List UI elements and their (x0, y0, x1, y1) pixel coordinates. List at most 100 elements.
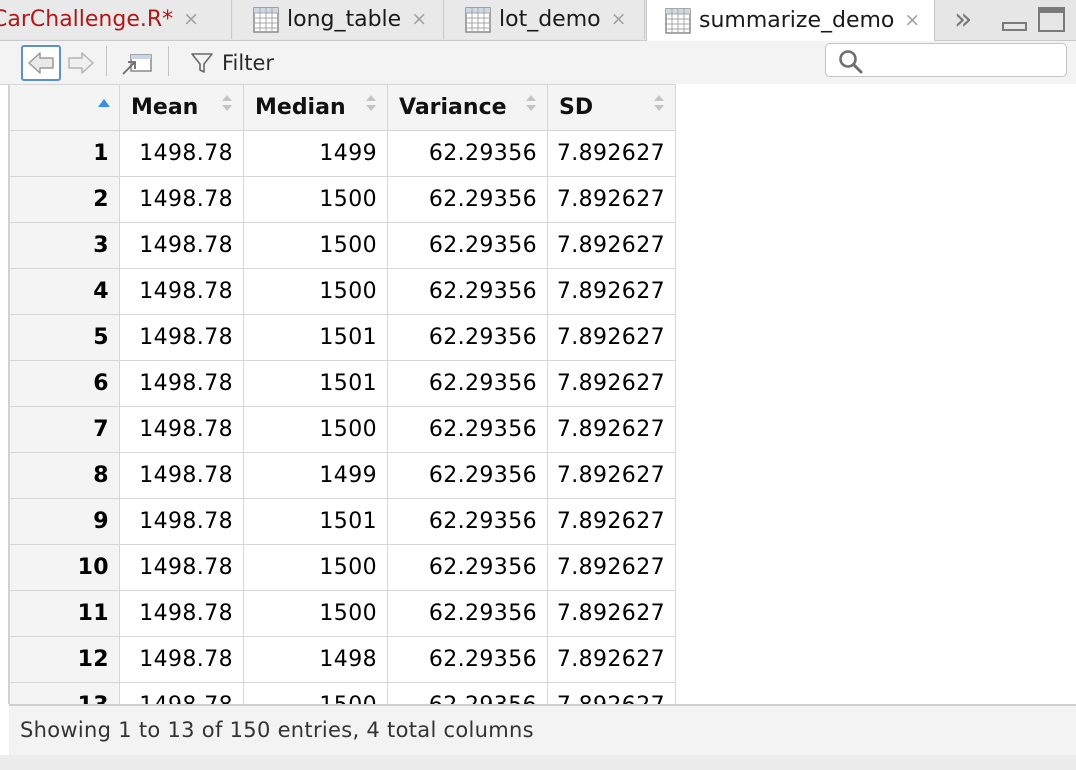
data-table-viewport[interactable]: Mean Median Variance SD 1 1498.78 1499 62.2… (9, 84, 1076, 704)
row-number-header[interactable] (9, 84, 120, 131)
maximize-pane-icon[interactable] (1038, 7, 1065, 32)
table-row[interactable]: 8 1498.78 1499 62.29356 7.892627 (9, 452, 676, 499)
cell-mean: 1498.78 (119, 636, 244, 683)
table-row[interactable]: 7 1498.78 1500 62.29356 7.892627 (9, 406, 676, 453)
cell-sd: 7.892627 (547, 360, 676, 407)
cell-median: 1500 (243, 176, 388, 223)
cell-mean: 1498.78 (119, 682, 244, 704)
cell-median: 1499 (243, 130, 388, 177)
row-number-cell: 7 (9, 406, 120, 453)
cell-median: 1500 (243, 268, 388, 315)
filter-label: Filter (222, 51, 275, 75)
cell-variance: 62.29356 (387, 176, 548, 223)
sort-toggle-icon (366, 95, 376, 111)
column-header-mean[interactable]: Mean (119, 84, 244, 131)
column-header-label: Variance (399, 95, 507, 120)
popout-window-icon[interactable] (119, 48, 155, 78)
sort-ascending-icon (98, 99, 110, 107)
tab-label: long_table (287, 7, 402, 32)
cell-mean: 1498.78 (119, 452, 244, 499)
cell-sd: 7.892627 (547, 222, 676, 269)
search-icon (839, 50, 863, 74)
cell-median: 1501 (243, 498, 388, 545)
close-icon[interactable]: × (183, 10, 199, 29)
arrow-right-icon[interactable] (65, 47, 99, 79)
filter-button[interactable]: Filter (190, 49, 274, 77)
search-field[interactable] (825, 43, 1067, 77)
arrow-left-icon (28, 52, 54, 74)
tab-label: CarChallenge.R* (0, 7, 174, 32)
cell-variance: 62.29356 (387, 130, 548, 177)
cell-sd: 7.892627 (547, 406, 676, 453)
table-row[interactable]: 11 1498.78 1500 62.29356 7.892627 (9, 590, 676, 637)
cell-median: 1498 (243, 636, 388, 683)
row-number-cell: 1 (9, 130, 120, 177)
sort-toggle-icon (222, 95, 232, 111)
editor-tab-bar: CarChallenge.R* × long_table × lot_demo … (0, 0, 1076, 41)
cell-variance: 62.29356 (387, 314, 548, 361)
cell-mean: 1498.78 (119, 590, 244, 637)
cell-median: 1500 (243, 590, 388, 637)
cell-sd: 7.892627 (547, 452, 676, 499)
cell-mean: 1498.78 (119, 406, 244, 453)
column-header-variance[interactable]: Variance (387, 84, 548, 131)
table-row[interactable]: 12 1498.78 1498 62.29356 7.892627 (9, 636, 676, 683)
table-row[interactable]: 2 1498.78 1500 62.29356 7.892627 (9, 176, 676, 223)
table-row[interactable]: 5 1498.78 1501 62.29356 7.892627 (9, 314, 676, 361)
entries-status-text: Showing 1 to 13 of 150 entries, 4 total … (20, 718, 534, 742)
cell-variance: 62.29356 (387, 406, 548, 453)
cell-median: 1501 (243, 314, 388, 361)
table-row[interactable]: 1 1498.78 1499 62.29356 7.892627 (9, 130, 676, 177)
cell-variance: 62.29356 (387, 452, 548, 499)
row-number-cell: 6 (9, 360, 120, 407)
cell-sd: 7.892627 (547, 268, 676, 315)
table-row[interactable]: 3 1498.78 1500 62.29356 7.892627 (9, 222, 676, 269)
cell-variance: 62.29356 (387, 636, 548, 683)
tab-label: lot_demo (499, 7, 601, 32)
cell-sd: 7.892627 (547, 682, 676, 704)
search-input[interactable] (868, 47, 1062, 75)
cell-mean: 1498.78 (119, 176, 244, 223)
minimize-pane-icon[interactable] (1002, 22, 1027, 31)
cell-mean: 1498.78 (119, 222, 244, 269)
cell-variance: 62.29356 (387, 498, 548, 545)
cell-variance: 62.29356 (387, 682, 548, 704)
tab-overflow-icon[interactable]: » (954, 3, 973, 37)
tab-carchallenge[interactable]: CarChallenge.R* × (0, 0, 232, 39)
back-button[interactable] (21, 45, 61, 81)
table-row[interactable]: 9 1498.78 1501 62.29356 7.892627 (9, 498, 676, 545)
close-icon[interactable]: × (411, 10, 427, 29)
tab-lot-demo[interactable]: lot_demo × (445, 0, 645, 39)
row-number-cell: 11 (9, 590, 120, 637)
table-row[interactable]: 131498.78150062.293567.892627 (9, 682, 676, 704)
table-row[interactable]: 4 1498.78 1500 62.29356 7.892627 (9, 268, 676, 315)
tab-long-table[interactable]: long_table × (233, 0, 444, 39)
column-header-label: SD (559, 95, 594, 120)
data-viewer-toolbar: Filter (0, 41, 1076, 85)
row-number-cell: 3 (9, 222, 120, 269)
tab-label: summarize_demo (699, 8, 895, 33)
cell-sd: 7.892627 (547, 314, 676, 361)
row-number-cell: 5 (9, 314, 120, 361)
column-header-median[interactable]: Median (243, 84, 388, 131)
tab-summarize-demo[interactable]: summarize_demo × (646, 0, 935, 41)
table-row[interactable]: 10 1498.78 1500 62.29356 7.892627 (9, 544, 676, 591)
column-header-sd[interactable]: SD (547, 84, 676, 131)
cell-median: 1500 (243, 406, 388, 453)
pane-bottom-edge (0, 755, 1076, 770)
row-number-cell: 10 (9, 544, 120, 591)
cell-variance: 62.29356 (387, 590, 548, 637)
row-number-cell: 4 (9, 268, 120, 315)
cell-mean: 1498.78 (119, 498, 244, 545)
data-grid-icon (465, 6, 491, 33)
column-header-label: Mean (131, 95, 199, 120)
filter-funnel-icon (191, 53, 213, 73)
cell-median: 1500 (243, 222, 388, 269)
cell-mean: 1498.78 (119, 360, 244, 407)
close-icon[interactable]: × (611, 10, 627, 29)
cell-mean: 1498.78 (119, 314, 244, 361)
close-icon[interactable]: × (904, 11, 920, 30)
column-header-label: Median (255, 95, 346, 120)
cell-variance: 62.29356 (387, 222, 548, 269)
table-row[interactable]: 6 1498.78 1501 62.29356 7.892627 (9, 360, 676, 407)
